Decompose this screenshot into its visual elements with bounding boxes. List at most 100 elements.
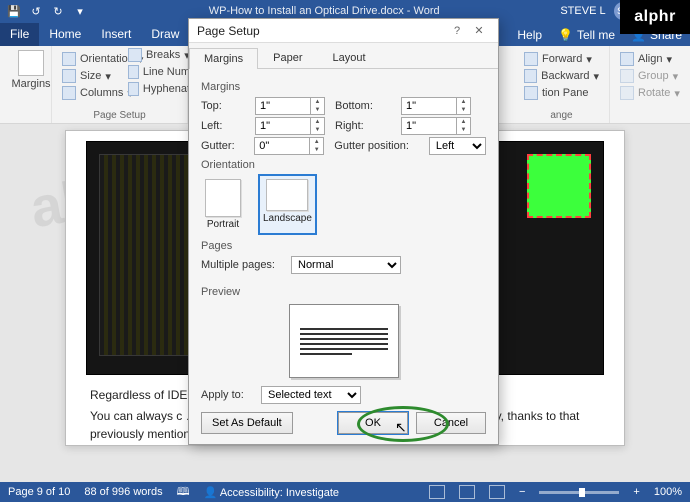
undo-icon[interactable]: ↺ — [28, 3, 44, 19]
dialog-tabs: Margins Paper Layout — [189, 43, 498, 69]
left-input[interactable] — [256, 118, 310, 134]
cancel-button[interactable]: Cancel — [416, 412, 486, 434]
top-label: Top: — [201, 100, 245, 112]
status-bar: Page 9 of 10 88 of 996 words 🕮 👤 Accessi… — [0, 482, 690, 502]
portrait-label: Portrait — [207, 219, 239, 230]
spinner-down-icon[interactable]: ▼ — [310, 146, 323, 154]
spinner-up-icon[interactable]: ▲ — [310, 138, 323, 146]
spinner-up-icon[interactable]: ▲ — [457, 118, 470, 126]
left-spinner[interactable]: ▲▼ — [255, 117, 325, 135]
accessibility-status[interactable]: 👤 Accessibility: Investigate — [204, 486, 339, 499]
apply-to-label: Apply to: — [201, 389, 251, 401]
autosave-icon[interactable]: 💾 — [6, 3, 22, 19]
page-indicator[interactable]: Page 9 of 10 — [8, 486, 70, 498]
dialog-titlebar[interactable]: Page Setup ? ✕ — [189, 19, 498, 43]
zoom-in-icon[interactable]: + — [633, 486, 639, 498]
right-input[interactable] — [402, 118, 456, 134]
arrange-group-label: ange — [520, 108, 603, 121]
preview-heading: Preview — [201, 286, 486, 298]
linenum-icon — [128, 65, 139, 79]
breaks-icon — [128, 48, 142, 62]
hyphenation-menu[interactable]: Hyphenat — [128, 82, 190, 96]
breaks-menu[interactable]: Breaks ▾ — [128, 48, 190, 62]
word-count[interactable]: 88 of 996 words — [84, 486, 162, 498]
backward-icon — [524, 69, 537, 83]
left-label: Left: — [201, 120, 245, 132]
selection-pane[interactable]: tion Pane — [524, 86, 599, 100]
help-button[interactable]: Help — [509, 24, 550, 46]
dialog-close-icon[interactable]: ✕ — [468, 24, 490, 37]
document-title: WP-How to Install an Optical Drive.docx … — [88, 5, 560, 17]
bottom-label: Bottom: — [335, 100, 391, 112]
send-backward[interactable]: Backward ▾ — [524, 69, 599, 83]
brand-overlay: alphr — [620, 0, 690, 34]
tab-insert[interactable]: Insert — [91, 23, 141, 46]
hyphen-icon — [128, 82, 139, 96]
line-numbers-menu[interactable]: Line Num — [128, 65, 190, 79]
preview-thumbnail — [289, 304, 399, 378]
set-as-default-button[interactable]: Set As Default — [201, 412, 293, 434]
columns-icon — [62, 86, 76, 100]
spinner-down-icon[interactable]: ▼ — [457, 106, 470, 114]
view-web-icon[interactable] — [489, 485, 505, 499]
orientation-portrait[interactable]: Portrait — [201, 175, 245, 234]
ok-button[interactable]: OK — [338, 412, 408, 434]
view-print-icon[interactable] — [459, 485, 475, 499]
spinner-up-icon[interactable]: ▲ — [311, 118, 324, 126]
orientation-icon — [62, 52, 76, 66]
spinner-down-icon[interactable]: ▼ — [311, 106, 324, 114]
orientation-heading: Orientation — [201, 159, 486, 171]
landscape-icon — [266, 179, 308, 211]
dialog-tab-layout[interactable]: Layout — [317, 47, 380, 68]
dialog-tab-paper[interactable]: Paper — [258, 47, 317, 68]
right-spinner[interactable]: ▲▼ — [401, 117, 471, 135]
tab-file[interactable]: File — [0, 23, 39, 46]
apply-to-select[interactable]: Selected text — [261, 386, 361, 404]
gutter-spinner[interactable]: ▲▼ — [254, 137, 324, 155]
multiple-pages-select[interactable]: Normal — [291, 256, 401, 274]
redo-icon[interactable]: ↻ — [50, 3, 66, 19]
zoom-out-icon[interactable]: − — [519, 486, 525, 498]
spinner-up-icon[interactable]: ▲ — [311, 98, 324, 106]
dialog-tab-margins[interactable]: Margins — [189, 48, 258, 69]
page-setup-dialog: Page Setup ? ✕ Margins Paper Layout Marg… — [188, 18, 499, 445]
dialog-help-icon[interactable]: ? — [446, 25, 468, 37]
bottom-spinner[interactable]: ▲▼ — [401, 97, 471, 115]
margins-heading: Margins — [201, 81, 486, 93]
tab-draw[interactable]: Draw — [141, 23, 189, 46]
spinner-down-icon[interactable]: ▼ — [311, 126, 324, 134]
top-spinner[interactable]: ▲▼ — [255, 97, 325, 115]
bring-forward[interactable]: Forward ▾ — [524, 52, 599, 66]
align-menu[interactable]: Align ▾ — [620, 52, 680, 66]
portrait-icon — [205, 179, 241, 217]
spinner-up-icon[interactable]: ▲ — [457, 98, 470, 106]
size-icon — [62, 69, 76, 83]
pages-heading: Pages — [201, 240, 486, 252]
rotate-icon — [620, 86, 634, 100]
align-icon — [620, 52, 634, 66]
zoom-slider[interactable] — [539, 491, 619, 494]
bottom-input[interactable] — [402, 98, 456, 114]
pane-icon — [524, 86, 538, 100]
view-focus-icon[interactable] — [429, 485, 445, 499]
orientation-landscape[interactable]: Landscape — [259, 175, 316, 234]
gutter-input[interactable] — [255, 138, 309, 154]
breaks-col: Breaks ▾ Line Num Hyphenat — [124, 46, 194, 98]
top-input[interactable] — [256, 98, 310, 114]
dialog-title: Page Setup — [197, 24, 446, 38]
forward-icon — [524, 52, 538, 66]
qat-more-icon[interactable]: ▾ — [72, 3, 88, 19]
proofing-icon[interactable]: 🕮 — [177, 483, 190, 502]
gutter-pos-label: Gutter position: — [334, 140, 419, 152]
margins-gallery[interactable]: Margins — [6, 50, 56, 90]
page-setup-group-label: Page Setup — [58, 108, 181, 121]
multiple-pages-label: Multiple pages: — [201, 259, 281, 271]
tellme-button[interactable]: 💡 Tell me — [550, 24, 623, 46]
landscape-label: Landscape — [263, 213, 312, 224]
rotate-menu[interactable]: Rotate ▾ — [620, 86, 680, 100]
group-menu[interactable]: Group ▾ — [620, 69, 680, 83]
gutter-pos-select[interactable]: Left — [429, 137, 486, 155]
spinner-down-icon[interactable]: ▼ — [457, 126, 470, 134]
tab-home[interactable]: Home — [39, 23, 91, 46]
zoom-level[interactable]: 100% — [654, 486, 682, 498]
